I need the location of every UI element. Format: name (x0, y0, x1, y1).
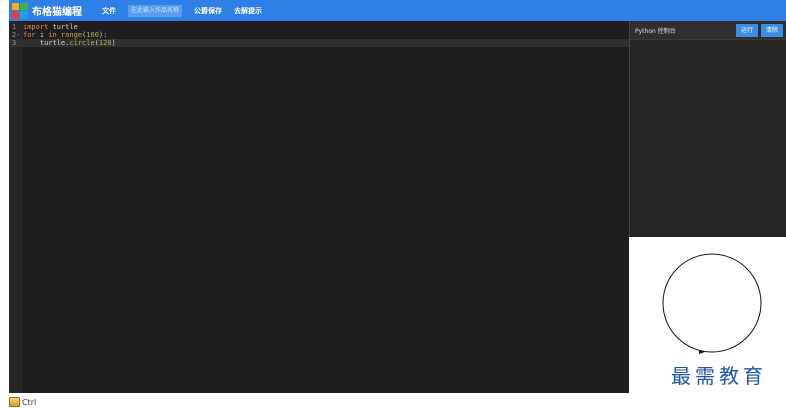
code-token: 100 (86, 31, 99, 39)
watermark-text: 最需教育 (671, 364, 767, 388)
python-console: Python 控制台 运行 清除 (629, 21, 786, 237)
line-number: 1 (12, 23, 17, 31)
code-token: in (48, 31, 57, 39)
code-line[interactable]: 1 import turtle (9, 23, 629, 31)
bottom-taskbar: Ctrl (9, 396, 36, 408)
taskbar-label[interactable]: Ctrl (22, 398, 36, 407)
clear-button[interactable]: 清除 (760, 23, 783, 37)
console-toolbar: Python 控制台 运行 清除 (630, 21, 786, 40)
code-line[interactable]: 3 turtle.circle(120) (9, 39, 629, 47)
brand-name: 布格猫编程 (32, 7, 82, 18)
project-name-input[interactable] (128, 4, 182, 17)
turtle-circle (662, 253, 762, 353)
code-token: turtle (52, 23, 78, 31)
line-gutter (9, 21, 23, 393)
menu-hints[interactable]: 去解提示 (234, 6, 262, 16)
code-token: 120 (98, 39, 112, 47)
code-token: ): (98, 31, 108, 39)
turtle-canvas: 最需教育 (629, 237, 786, 393)
app-logo-icon (12, 2, 28, 19)
code-line[interactable]: 2- for i in range(100): (9, 31, 629, 39)
ide-window: 布格猫编程 文件 公爵保存 去解提示 1import turtle2-for i… (9, 0, 786, 393)
line-number: 2- (12, 31, 21, 39)
top-nav-bar: 布格猫编程 文件 公爵保存 去解提示 (9, 0, 786, 21)
folder-icon[interactable] (9, 397, 20, 407)
code-token: for (23, 31, 36, 39)
line-number: 3 (12, 39, 17, 47)
run-button[interactable]: 运行 (735, 23, 758, 37)
code-editor[interactable]: 1 import turtle 2- for i in range(100): 3 tu… (9, 21, 629, 393)
code-token: range (60, 31, 83, 39)
console-title: Python 控制台 (635, 27, 676, 35)
code-token: turtle (39, 39, 66, 47)
code-token: ) (111, 39, 116, 47)
code-token: import (23, 23, 49, 31)
menu-save[interactable]: 公爵保存 (194, 6, 222, 16)
menu-file[interactable]: 文件 (102, 6, 116, 16)
code-token: circle (69, 39, 95, 47)
